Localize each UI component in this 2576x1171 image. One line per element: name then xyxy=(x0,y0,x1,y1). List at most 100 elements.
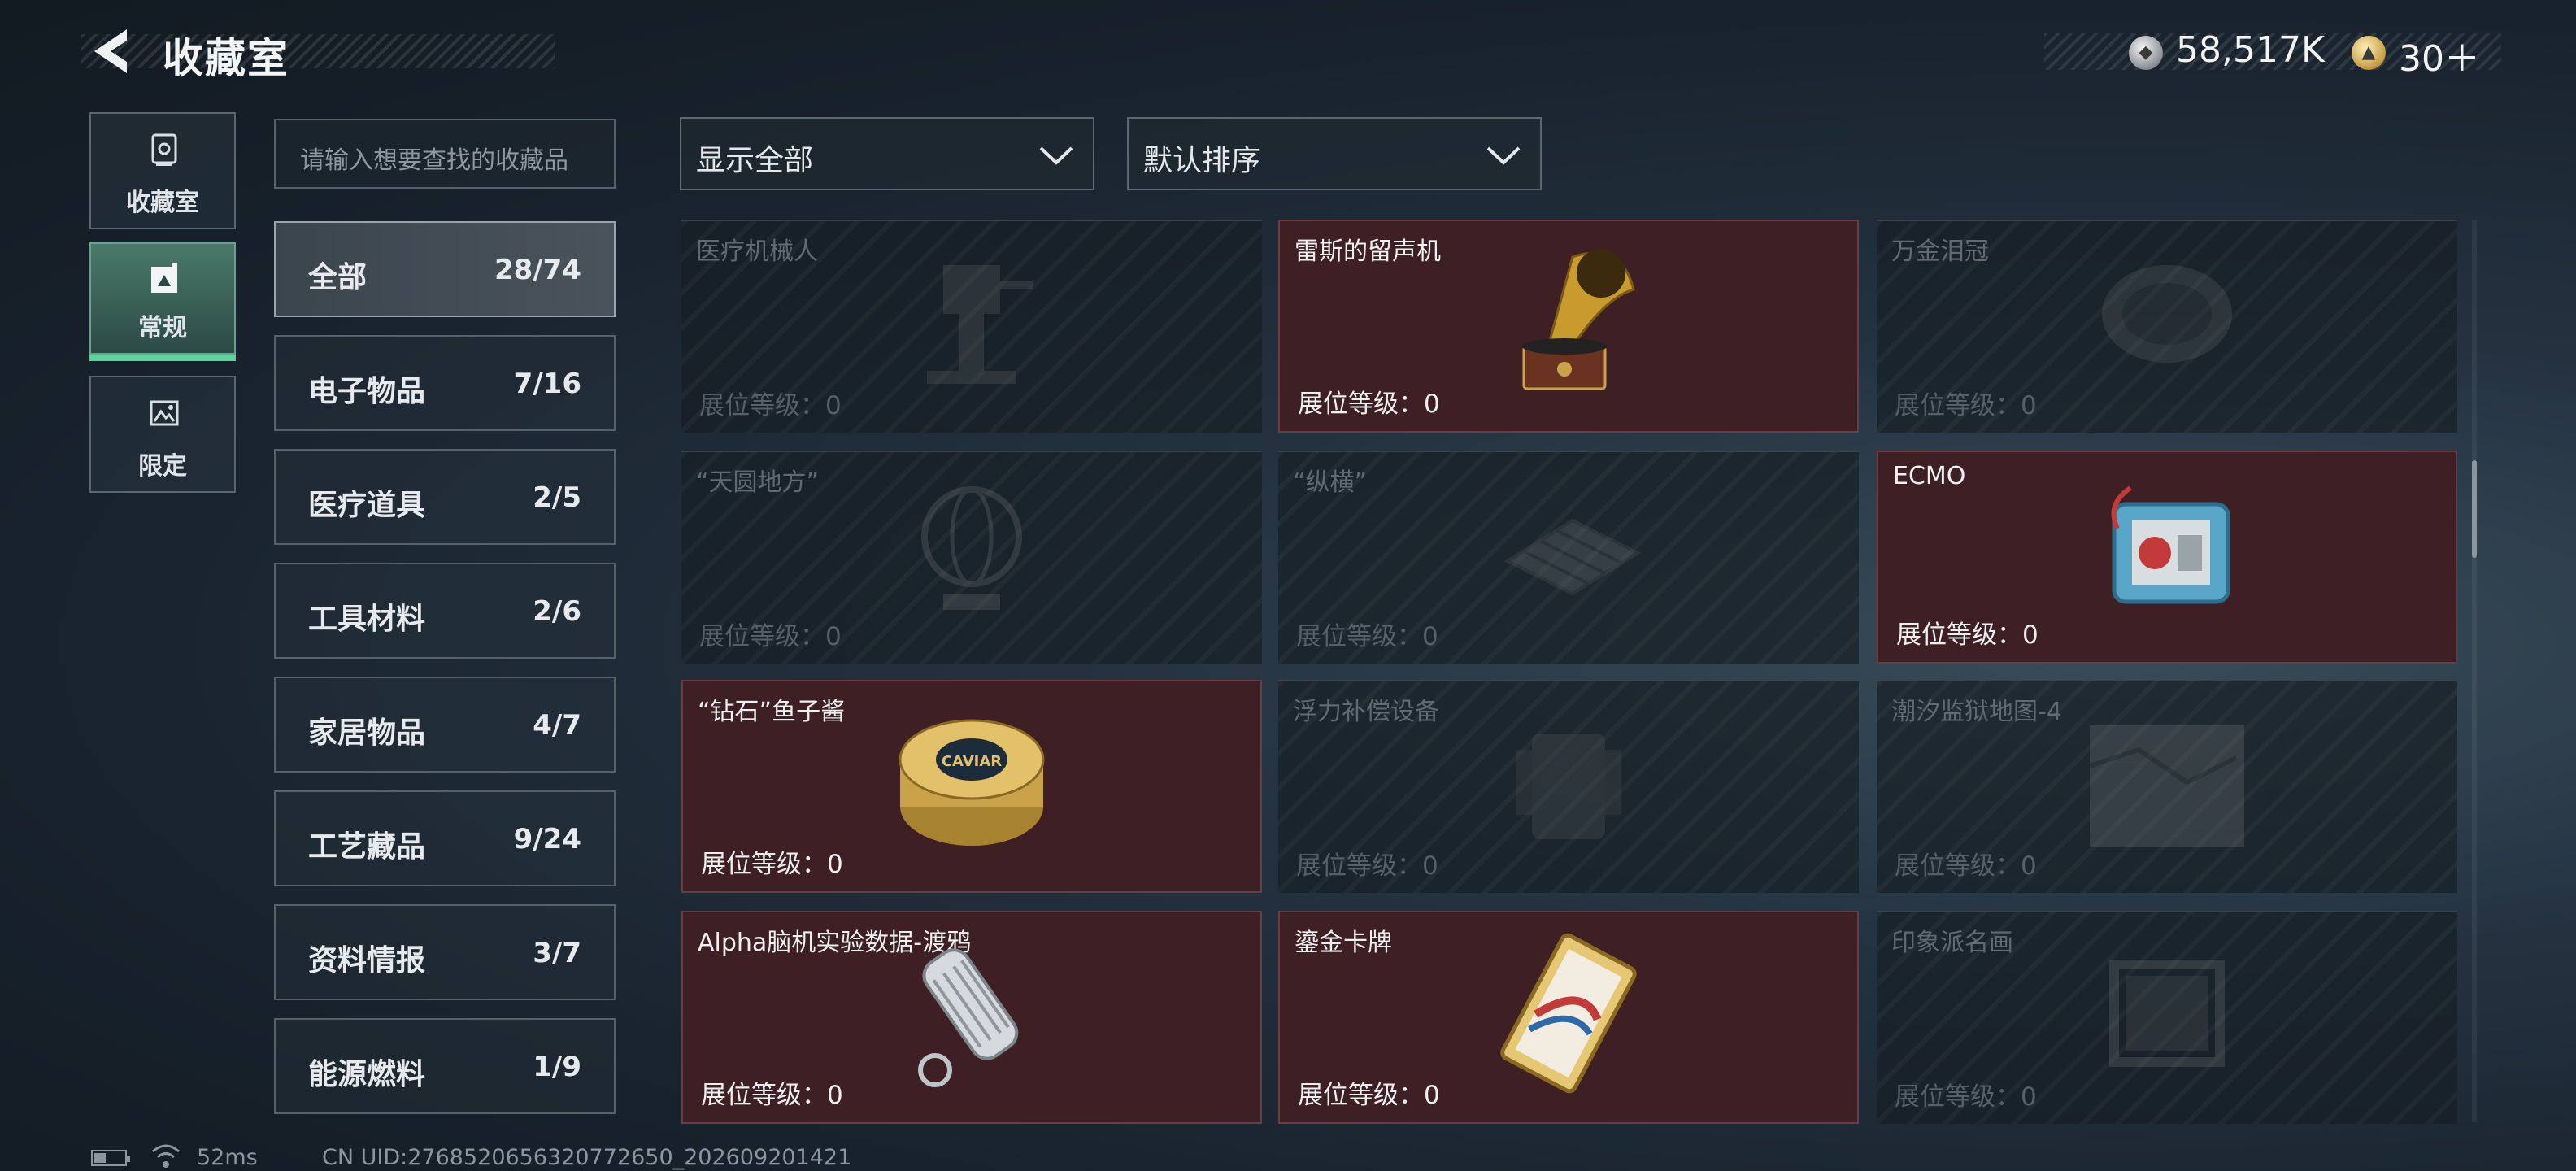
chessboard-icon xyxy=(1503,518,1642,596)
item-display-level: 展位等级：0 xyxy=(701,850,843,879)
chevron-down-icon xyxy=(1486,146,1521,165)
silver-coin-icon: ◆ xyxy=(2129,36,2163,70)
category-count: 1/9 xyxy=(533,1051,581,1083)
collection-item-card[interactable]: Alpha脑机实验数据-渡鸦 展位等级：0 xyxy=(681,911,1262,1124)
grid-scrollbar-thumb[interactable] xyxy=(2472,460,2477,558)
vault-icon xyxy=(151,133,177,166)
collection-item-card[interactable]: “天圆地方” 展位等级：0 xyxy=(681,451,1262,664)
chevron-down-icon xyxy=(1039,146,1073,165)
item-name: ECMO xyxy=(1893,462,1966,490)
category-name: 工具材料 xyxy=(308,603,426,636)
item-display-level: 展位等级：0 xyxy=(1296,622,1438,651)
collection-item-card[interactable]: 万金泪冠 展位等级：0 xyxy=(1877,220,2457,433)
globe-icon xyxy=(921,486,1022,610)
ping-readout: 52ms xyxy=(197,1145,258,1170)
collection-item-card[interactable]: 浮力补偿设备 展位等级：0 xyxy=(1278,680,1859,893)
item-display-level: 展位等级：0 xyxy=(1296,851,1438,881)
item-name: 潮汐监狱地图-4 xyxy=(1891,698,2062,726)
category-count: 3/7 xyxy=(533,937,581,969)
category-count: 2/5 xyxy=(533,481,581,514)
category-name: 工艺藏品 xyxy=(308,830,426,864)
category-crafts[interactable]: 工艺藏品 9/24 xyxy=(274,790,616,886)
item-display-level: 展位等级：0 xyxy=(701,1081,843,1110)
grid-scrollbar-track[interactable] xyxy=(2472,220,2477,1122)
nav-tab-vault[interactable]: 收藏室 xyxy=(89,112,236,229)
item-name: 医疗机械人 xyxy=(696,237,818,266)
item-name: 印象派名画 xyxy=(1891,929,2013,957)
collection-item-card[interactable]: “纵横” 展位等级：0 xyxy=(1278,451,1859,664)
item-display-level: 展位等级：0 xyxy=(1896,620,2039,650)
category-name: 电子物品 xyxy=(308,375,426,408)
category-name: 能源燃料 xyxy=(308,1058,426,1091)
category-electronics[interactable]: 电子物品 7/16 xyxy=(274,335,616,431)
back-arrow-icon[interactable] xyxy=(88,24,137,78)
item-name: “天圆地方” xyxy=(696,468,820,497)
item-display-level: 展位等级：0 xyxy=(699,391,842,420)
category-count: 7/16 xyxy=(513,368,581,400)
search-input[interactable]: 请输入想要查找的收藏品 xyxy=(274,119,616,189)
robot-icon xyxy=(927,265,1033,384)
collection-item-card[interactable]: 潮汐监狱地图-4 展位等级：0 xyxy=(1877,680,2457,893)
collection-item-card[interactable]: 雷斯的留声机 展位等级：0 xyxy=(1278,220,1859,433)
nav-tab-regular[interactable]: 常规 xyxy=(89,242,236,361)
item-display-level: 展位等级：0 xyxy=(1895,391,2037,420)
item-display-level: 展位等级：0 xyxy=(1895,1082,2037,1112)
show-filter-value: 显示全部 xyxy=(696,144,814,177)
item-display-level: 展位等级：0 xyxy=(1298,390,1440,419)
painting-icon xyxy=(2109,960,2225,1067)
category-name: 资料情报 xyxy=(308,944,426,977)
collection-item-card[interactable]: ECMO 展位等级：0 xyxy=(1877,451,2457,664)
collection-item-card[interactable]: 印象派名画 展位等级：0 xyxy=(1877,911,2457,1124)
nav-tab-label: 收藏室 xyxy=(126,189,199,217)
category-name: 医疗道具 xyxy=(308,489,426,522)
gramophone-icon xyxy=(1522,249,1635,390)
item-display-level: 展位等级：0 xyxy=(1298,1081,1440,1110)
frame-icon xyxy=(151,263,177,293)
category-household[interactable]: 家居物品 4/7 xyxy=(274,677,616,773)
caviar-tin-icon: CAVIAR xyxy=(899,719,1045,846)
category-medical[interactable]: 医疗道具 2/5 xyxy=(274,449,616,545)
item-name: 万金泪冠 xyxy=(1891,237,1989,266)
category-count: 9/24 xyxy=(513,823,581,855)
sort-value: 默认排序 xyxy=(1143,144,1261,177)
data-drive-icon xyxy=(918,948,1019,1087)
category-all[interactable]: 全部 28/74 xyxy=(274,221,616,317)
category-name: 家居物品 xyxy=(308,716,426,750)
category-count: 28/74 xyxy=(494,254,581,286)
silver-amount: 58,517K xyxy=(2176,29,2325,71)
item-name: “钻石”鱼子酱 xyxy=(698,698,846,726)
nav-tab-limited[interactable]: 限定 xyxy=(89,376,236,493)
category-count: 4/7 xyxy=(533,709,581,742)
item-display-level: 展位等级：0 xyxy=(1895,851,2037,881)
page-title: 收藏室 xyxy=(163,35,289,82)
item-name: 雷斯的留声机 xyxy=(1295,237,1441,266)
item-name: 鎏金卡牌 xyxy=(1295,929,1392,957)
nav-tab-label: 常规 xyxy=(138,314,187,342)
wifi-icon xyxy=(152,1144,180,1168)
item-name: 浮力补偿设备 xyxy=(1293,698,1439,726)
category-count: 2/6 xyxy=(533,595,581,628)
category-tools[interactable]: 工具材料 2/6 xyxy=(274,563,616,659)
map-icon xyxy=(2090,725,2244,847)
bcd-icon xyxy=(1516,734,1621,839)
item-display-level: 展位等级：0 xyxy=(699,622,842,651)
ecmo-machine-icon xyxy=(2111,485,2230,604)
sort-dropdown[interactable]: 默认排序 xyxy=(1127,117,1542,190)
nav-tab-label: 限定 xyxy=(138,452,187,481)
item-name: “纵横” xyxy=(1293,468,1368,497)
collection-item-card[interactable]: “钻石”鱼子酱 CAVIAR 展位等级：0 xyxy=(681,680,1262,893)
category-name: 全部 xyxy=(308,261,368,294)
collection-item-card[interactable]: 医疗机械人 展位等级：0 xyxy=(681,220,1262,433)
category-energy[interactable]: 能源燃料 1/9 xyxy=(274,1018,616,1114)
battery-icon xyxy=(91,1150,130,1166)
collection-item-card[interactable]: 鎏金卡牌 展位等级：0 xyxy=(1278,911,1859,1124)
gilded-card-icon xyxy=(1500,933,1637,1094)
uid-readout: CN UID:2768520656320772650_202609201421 xyxy=(322,1145,852,1170)
show-filter-dropdown[interactable]: 显示全部 xyxy=(680,117,1094,190)
caviar-tin-label: CAVIAR xyxy=(942,753,1002,770)
gold-coin-icon: ▲ xyxy=(2352,36,2386,70)
category-intel[interactable]: 资料情报 3/7 xyxy=(274,904,616,1000)
gold-amount[interactable]: 30＋ xyxy=(2399,29,2480,81)
crown-icon xyxy=(2102,265,2232,363)
picture-icon xyxy=(150,400,179,426)
